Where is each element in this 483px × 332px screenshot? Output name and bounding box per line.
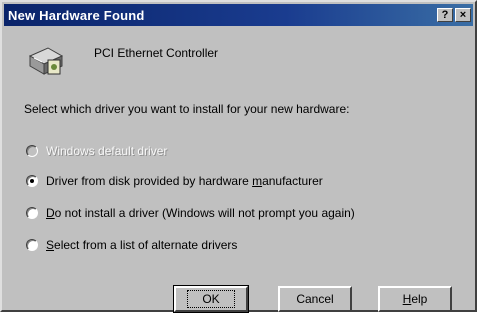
option-driver-from-disk[interactable]: Driver from disk provided by hardware ma… bbox=[26, 174, 323, 188]
cancel-button-label: Cancel bbox=[296, 292, 334, 306]
radio-windows-default-driver[interactable] bbox=[26, 145, 38, 157]
device-name: PCI Ethernet Controller bbox=[94, 46, 219, 60]
radio-driver-from-disk[interactable] bbox=[26, 175, 38, 187]
option-label: Windows default driver bbox=[46, 144, 168, 158]
radio-select-alternate[interactable] bbox=[26, 239, 38, 251]
help-button-label: Help bbox=[402, 292, 428, 306]
ok-button[interactable]: OK bbox=[173, 285, 249, 313]
title-bar[interactable]: New Hardware Found ? × bbox=[4, 4, 473, 26]
option-label: Select from a list of alternate drivers bbox=[46, 238, 238, 252]
option-do-not-install[interactable]: Do not install a driver (Windows will no… bbox=[26, 206, 355, 220]
option-windows-default-driver[interactable]: Windows default driver bbox=[26, 144, 167, 158]
option-label: Driver from disk provided by hardware ma… bbox=[46, 174, 323, 188]
ok-button-label: OK bbox=[187, 290, 235, 308]
instruction-text: Select which driver you want to install … bbox=[24, 102, 350, 116]
option-label: Do not install a driver (Windows will no… bbox=[46, 206, 355, 220]
cancel-button[interactable]: Cancel bbox=[278, 286, 352, 312]
radio-do-not-install[interactable] bbox=[26, 207, 38, 219]
help-title-button[interactable]: ? bbox=[437, 8, 453, 22]
new-hardware-found-dialog: New Hardware Found ? × PCI Ethernet Cont… bbox=[0, 0, 477, 313]
option-select-alternate[interactable]: Select from a list of alternate drivers bbox=[26, 238, 237, 252]
help-button[interactable]: Help bbox=[378, 286, 452, 312]
window-title: New Hardware Found bbox=[8, 7, 145, 23]
hardware-device-icon bbox=[26, 42, 66, 78]
close-button[interactable]: × bbox=[455, 8, 471, 22]
